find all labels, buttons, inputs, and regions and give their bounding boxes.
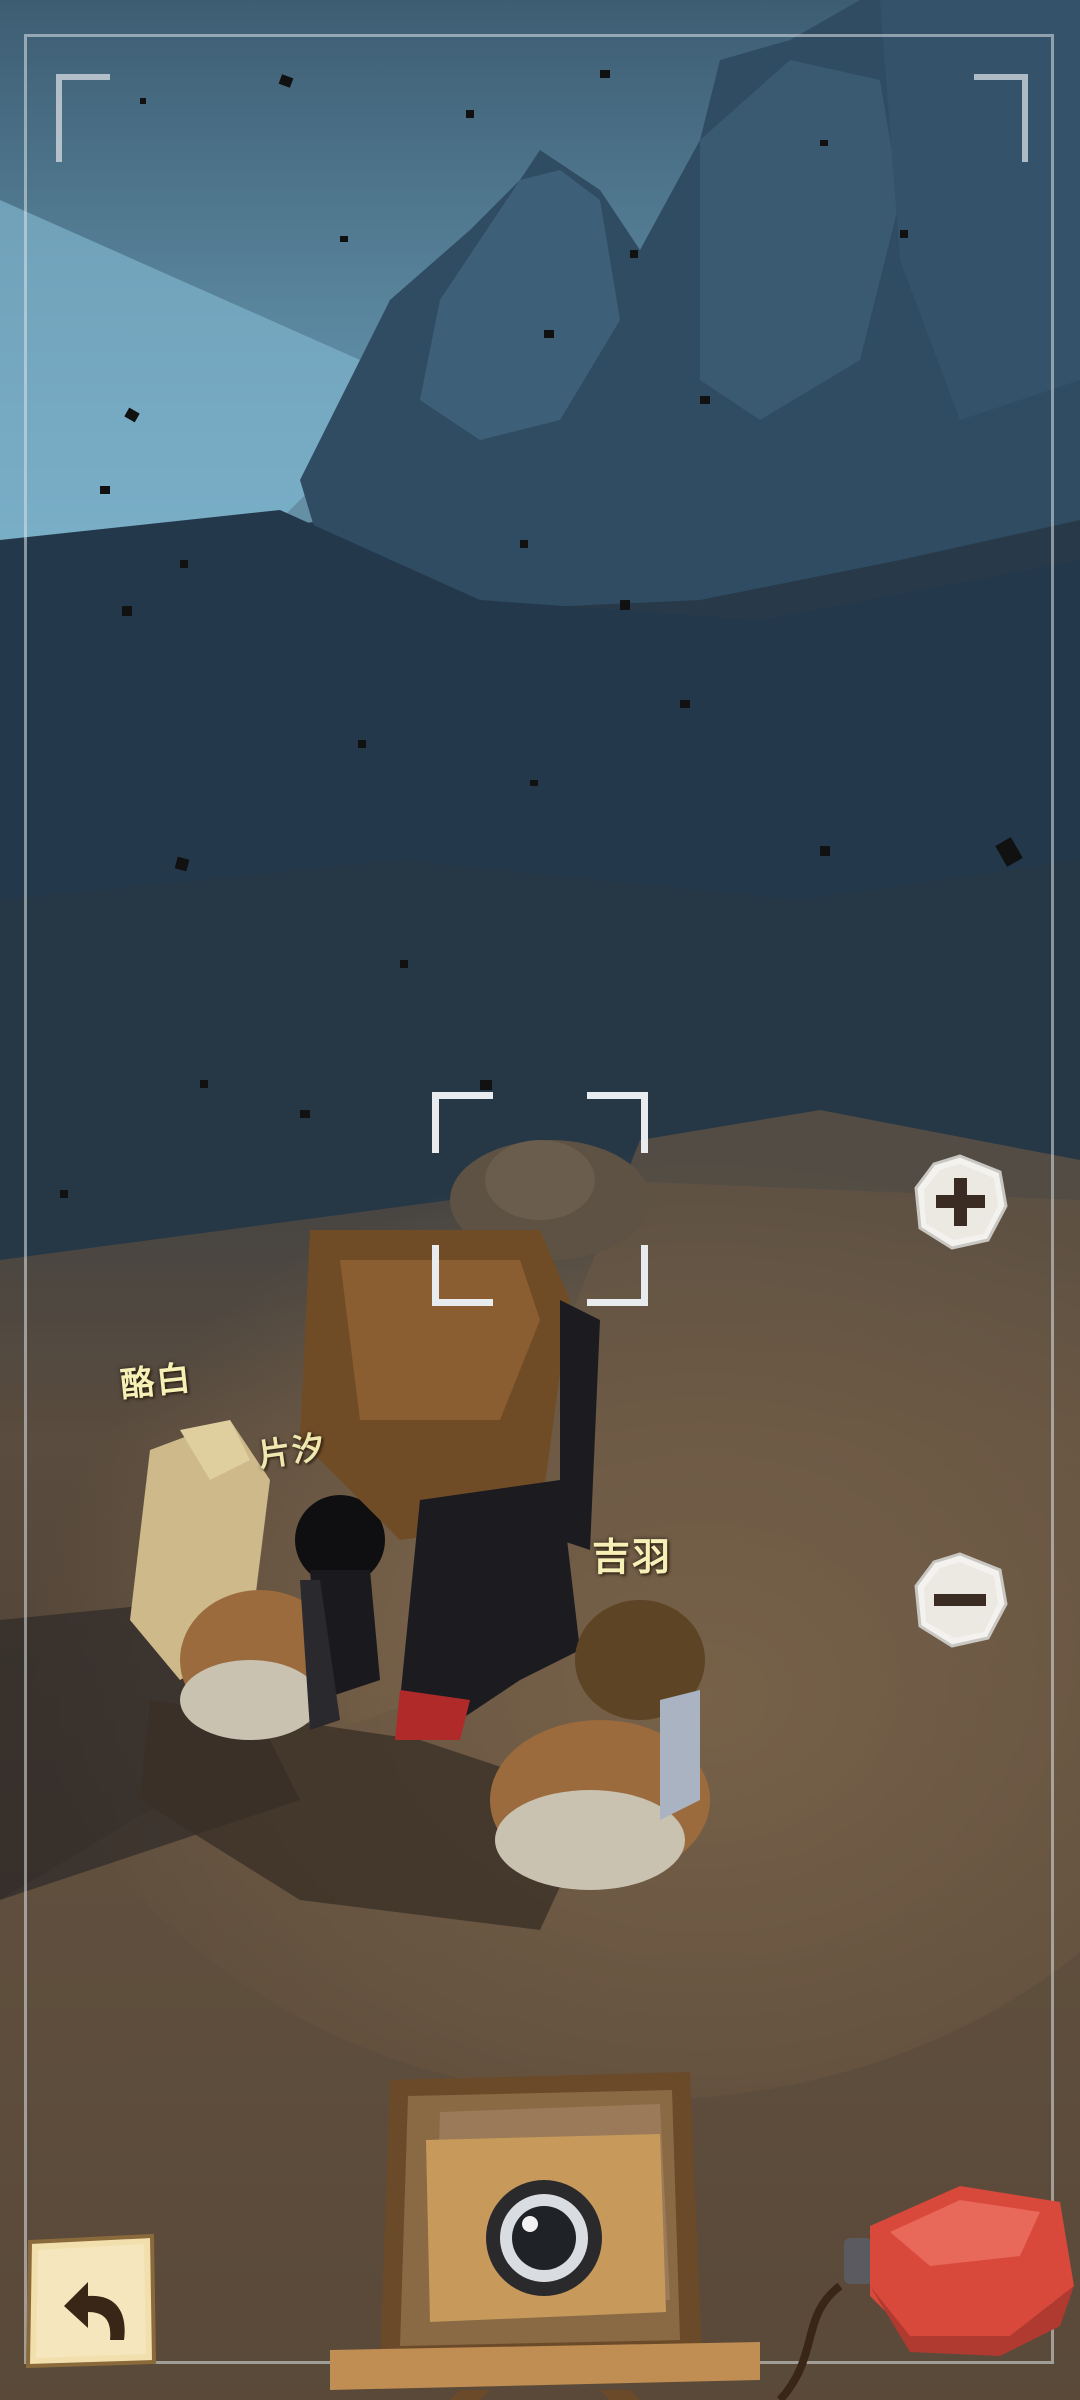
camera-shutter-button[interactable] — [330, 2060, 760, 2400]
shutter-bulb-icon — [777, 2186, 1074, 2400]
character-name-label: 酪白 — [118, 1358, 195, 1406]
focus-reticle — [432, 1092, 648, 1306]
character-name-label: 吉羽 — [592, 1535, 673, 1579]
camera-icon — [330, 2072, 760, 2400]
back-arrow-icon — [25, 2233, 157, 2369]
character-name-label: 片汐 — [255, 1427, 329, 1475]
plus-icon — [914, 1154, 1008, 1250]
viewfinder-corner-top-left — [56, 74, 110, 162]
viewfinder-corner-top-right — [974, 74, 1028, 162]
back-button[interactable] — [24, 2232, 158, 2369]
photo-mode-screen: 酪白 片汐 吉羽 — [0, 0, 1080, 2400]
zoom-in-button[interactable] — [912, 1154, 1008, 1250]
zoom-out-button[interactable] — [912, 1552, 1008, 1648]
minus-icon — [914, 1552, 1008, 1648]
shutter-bulb[interactable] — [760, 2176, 1080, 2400]
